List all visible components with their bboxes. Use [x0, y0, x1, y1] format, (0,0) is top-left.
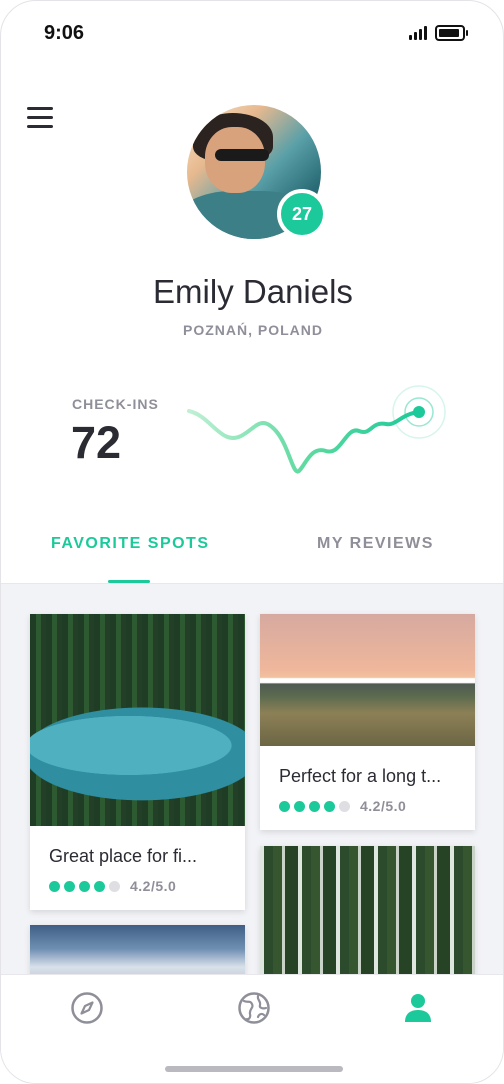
rating-dot-filled — [79, 880, 90, 892]
rating-dot-filled — [94, 880, 105, 892]
home-indicator[interactable] — [165, 1066, 343, 1072]
sparkline-endpoint — [413, 406, 425, 418]
spot-score: 4.2/5.0 — [360, 798, 407, 814]
tab-my-reviews[interactable]: MY REVIEWS — [317, 535, 434, 553]
spot-card[interactable]: Perfect for a long t... 4.2/5.0 — [260, 614, 475, 830]
profile-location: POZNAŃ, POLAND — [183, 322, 323, 338]
rating-dot-filled — [294, 800, 305, 812]
tab-active-indicator — [108, 580, 150, 583]
rating-dot-filled — [309, 800, 320, 812]
rating-dot-empty — [109, 880, 120, 892]
sparkline-path — [187, 409, 421, 474]
spot-card[interactable]: Great place for fi... 4.2/5.0 — [30, 614, 245, 910]
checkins-value: 72 — [71, 417, 122, 468]
spot-rating: 4.2/5.0 — [49, 878, 176, 894]
rating-dot-filled — [64, 880, 75, 892]
spot-card[interactable] — [30, 925, 245, 974]
rating-dot-filled — [279, 800, 290, 812]
spot-photo-field — [260, 614, 475, 746]
spot-title: Perfect for a long t... — [279, 766, 442, 786]
rating-dot-filled — [324, 800, 335, 812]
globe-icon[interactable] — [237, 991, 271, 1025]
level-badge: 27 — [277, 189, 327, 239]
status-icons — [409, 25, 468, 41]
spot-score: 4.2/5.0 — [130, 878, 177, 894]
user-icon[interactable] — [401, 991, 435, 1025]
spot-photo-lake — [30, 614, 245, 826]
phone-screen: 9:06 27 Emily Daniels POZNAŃ, POLAND CHE… — [0, 0, 504, 1084]
spot-photo-sky — [30, 925, 245, 974]
rating-dot-filled — [49, 880, 60, 892]
menu-icon[interactable] — [27, 107, 53, 129]
profile-tabs: FAVORITE SPOTS MY REVIEWS — [1, 521, 503, 584]
compass-icon[interactable] — [70, 991, 104, 1025]
checkins-label: CHECK-INS — [72, 396, 159, 412]
profile-name: Emily Daniels — [153, 273, 353, 310]
status-time: 9:06 — [44, 22, 85, 44]
favorite-spots-feed[interactable]: Great place for fi... 4.2/5.0 Perfect fo… — [1, 584, 503, 974]
tab-favorite-spots[interactable]: FAVORITE SPOTS — [51, 535, 210, 553]
spot-title: Great place for fi... — [49, 846, 198, 866]
spot-rating: 4.2/5.0 — [279, 798, 406, 814]
spot-photo-forest — [260, 846, 475, 974]
rating-dot-empty — [339, 800, 350, 812]
bottom-navigation — [1, 974, 503, 1083]
signal-icon — [409, 26, 427, 40]
battery-icon — [435, 25, 468, 41]
checkins-sparkline — [187, 385, 446, 474]
spot-card[interactable] — [260, 846, 475, 974]
